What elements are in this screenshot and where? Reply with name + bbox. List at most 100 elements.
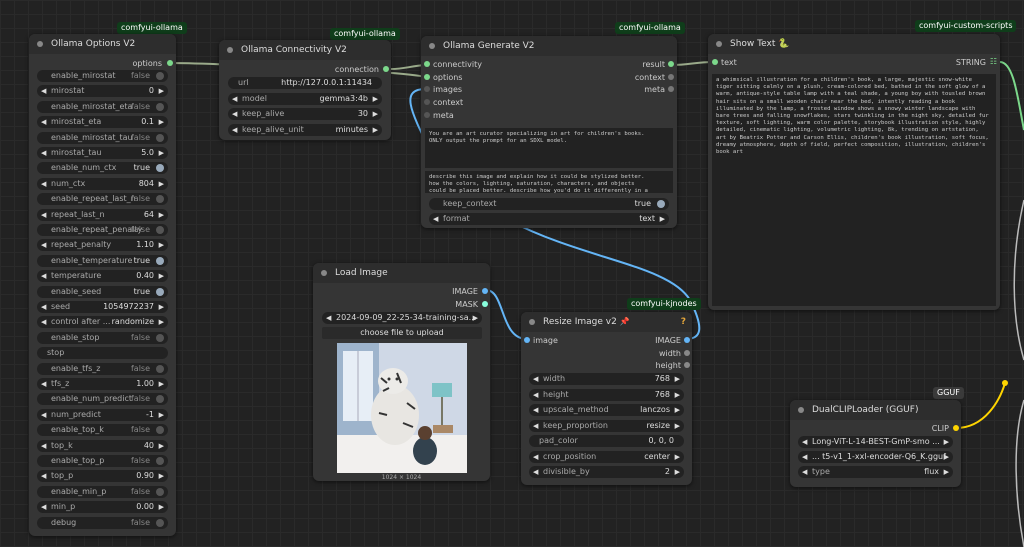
toggle-knob-icon[interactable] (156, 133, 164, 142)
output-socket-image[interactable] (684, 337, 690, 343)
input-socket-images[interactable] (424, 86, 430, 93)
widget-num-ctx[interactable]: ◀ ▶ num_ctx 804 (37, 177, 168, 190)
node-resize-image[interactable]: Resize Image v2 📌? image IMAGE width hei… (521, 312, 692, 485)
widget-width[interactable]: ◀ ▶ width 768 (529, 373, 684, 385)
pushpin-icon[interactable]: 📌 (620, 317, 630, 326)
widget-min-p[interactable]: ◀ ▶ min_p 0.00 (37, 501, 168, 514)
widget-enable-top-k[interactable]: enable_top_k false (37, 424, 168, 437)
arrow-left-icon[interactable]: ◀ (326, 312, 331, 324)
widget-seed[interactable]: ◀ ▶ seed 1054972237 (37, 301, 168, 313)
output-socket-result[interactable] (668, 61, 674, 67)
widget-model[interactable]: ◀ ▶ model gemma3:4b (228, 92, 382, 105)
arrow-left-icon[interactable]: ◀ (41, 85, 46, 97)
widget-enable-min-p[interactable]: enable_min_p false (37, 485, 168, 498)
node-load-image[interactable]: Load Image IMAGE MASK ◀ 2024-09-09_22-25… (313, 263, 490, 481)
widget-keep-context[interactable]: keep_context true (429, 198, 669, 210)
widget-divisible-by[interactable]: ◀ ▶ divisible_by 2 (529, 466, 684, 478)
output-socket-image[interactable] (482, 288, 488, 294)
toggle-knob-icon[interactable] (156, 226, 164, 234)
widget-enable-seed[interactable]: enable_seed true (37, 285, 168, 298)
output-socket-clip[interactable] (953, 425, 959, 431)
arrow-left-icon[interactable]: ◀ (41, 301, 46, 313)
toggle-knob-icon[interactable] (156, 518, 164, 527)
widget-type[interactable]: ◀ ▶ type flux (798, 466, 953, 478)
arrow-left-icon[interactable]: ◀ (533, 389, 538, 401)
toggle-knob-icon[interactable] (156, 195, 164, 204)
toggle-knob-icon[interactable] (156, 72, 164, 80)
toggle-knob-icon[interactable] (156, 364, 164, 373)
arrow-right-icon[interactable]: ▶ (159, 440, 164, 452)
widget-enable-num-ctx[interactable]: enable_num_ctx true (37, 162, 168, 175)
arrow-right-icon[interactable]: ▶ (473, 312, 478, 324)
output-socket-height[interactable] (684, 362, 690, 368)
arrow-left-icon[interactable]: ◀ (802, 451, 807, 463)
help-icon[interactable]: ? (681, 312, 686, 332)
arrow-right-icon[interactable]: ▶ (159, 316, 164, 328)
input-socket-meta[interactable] (424, 111, 430, 118)
arrow-left-icon[interactable]: ◀ (41, 440, 46, 452)
input-socket-image[interactable] (524, 337, 530, 343)
node-ollama-generate[interactable]: Ollama Generate V2 connectivity options im… (421, 36, 677, 228)
widget-pad-color[interactable]: pad_color 0, 0, 0 (529, 435, 684, 447)
widget-control-after[interactable]: ◀ ▶ control after ... randomize (37, 316, 168, 329)
widget-enable-top-p[interactable]: enable_top_p false (37, 455, 168, 467)
arrow-left-icon[interactable]: ◀ (232, 93, 237, 105)
arrow-right-icon[interactable]: ▶ (675, 404, 680, 416)
node-title[interactable]: Load Image (313, 263, 490, 283)
arrow-right-icon[interactable]: ▶ (159, 147, 164, 159)
widget-mirostat-tau[interactable]: ◀ ▶ mirostat_tau 5.0 (37, 147, 168, 159)
collapse-dot-icon[interactable] (429, 43, 435, 49)
upload-button[interactable]: choose file to upload (322, 327, 482, 339)
arrow-right-icon[interactable]: ▶ (675, 373, 680, 385)
arrow-left-icon[interactable]: ◀ (41, 270, 46, 282)
arrow-right-icon[interactable]: ▶ (159, 116, 164, 128)
input-socket-connectivity[interactable] (424, 61, 430, 67)
widget-crop-position[interactable]: ◀ ▶ crop_position center (529, 450, 684, 463)
widget-url[interactable]: url http://127.0.0.1:11434 (228, 77, 382, 89)
arrow-left-icon[interactable]: ◀ (533, 466, 538, 478)
arrow-right-icon[interactable]: ▶ (660, 213, 665, 225)
node-title[interactable]: Show Text 🐍 (708, 34, 1000, 54)
toggle-knob-icon[interactable] (156, 487, 164, 496)
collapse-dot-icon[interactable] (798, 407, 804, 413)
node-title[interactable]: Ollama Options V2 (29, 34, 176, 54)
arrow-left-icon[interactable]: ◀ (533, 373, 538, 385)
widget-enable-temperature[interactable]: enable_temperature true (37, 254, 168, 267)
collapse-dot-icon[interactable] (227, 47, 233, 53)
widget-enable-mirostat-tau[interactable]: enable_mirostat_tau false (37, 131, 168, 144)
arrow-left-icon[interactable]: ◀ (802, 436, 807, 448)
arrow-left-icon[interactable]: ◀ (433, 213, 438, 225)
input-socket-options[interactable] (424, 73, 430, 80)
arrow-right-icon[interactable]: ▶ (159, 409, 164, 421)
arrow-left-icon[interactable]: ◀ (232, 124, 237, 136)
output-socket-options[interactable] (167, 60, 173, 66)
widget-enable-repeat-penalty[interactable]: enable_repeat_penalty false (37, 224, 168, 236)
arrow-right-icon[interactable]: ▶ (159, 85, 164, 97)
arrow-right-icon[interactable]: ▶ (159, 301, 164, 313)
widget-combo-0[interactable]: ◀ ▶ Long-ViT-L-14-BEST-GmP-smo ... (798, 436, 953, 448)
output-socket-mask[interactable] (482, 301, 488, 307)
arrow-right-icon[interactable]: ▶ (675, 451, 680, 463)
toggle-knob-icon[interactable] (156, 457, 164, 465)
arrow-left-icon[interactable]: ◀ (41, 239, 46, 251)
arrow-left-icon[interactable]: ◀ (533, 404, 538, 416)
arrow-left-icon[interactable]: ◀ (533, 451, 538, 463)
toggle-knob-icon[interactable] (156, 287, 164, 296)
arrow-left-icon[interactable]: ◀ (41, 116, 46, 128)
widget-upscale-method[interactable]: ◀ ▶ upscale_method lanczos (529, 404, 684, 416)
widget-repeat-penalty[interactable]: ◀ ▶ repeat_penalty 1.10 (37, 239, 168, 252)
widget-repeat-last-n[interactable]: ◀ ▶ repeat_last_n 64 (37, 208, 168, 221)
widget-temperature[interactable]: ◀ ▶ temperature 0.40 (37, 270, 168, 283)
widget-enable-tfs-z[interactable]: enable_tfs_z false (37, 362, 168, 375)
input-socket-text[interactable] (712, 59, 718, 65)
widget-keep-alive-unit[interactable]: ◀ ▶ keep_alive_unit minutes (228, 123, 382, 136)
arrow-right-icon[interactable]: ▶ (373, 108, 378, 120)
collapse-dot-icon[interactable] (716, 41, 722, 47)
arrow-left-icon[interactable]: ◀ (41, 501, 46, 513)
toggle-knob-icon[interactable] (657, 200, 665, 208)
arrow-left-icon[interactable]: ◀ (41, 378, 46, 390)
arrow-right-icon[interactable]: ▶ (675, 389, 680, 401)
output-socket-connection[interactable] (383, 66, 389, 72)
arrow-left-icon[interactable]: ◀ (41, 178, 46, 190)
node-show-text[interactable]: Show Text 🐍 text STRING ☷ a whimsical il… (708, 34, 1000, 310)
